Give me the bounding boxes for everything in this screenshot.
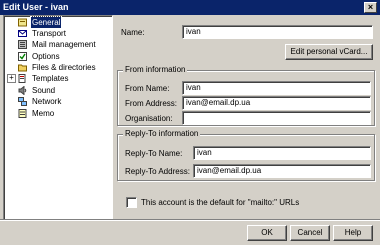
cancel-button[interactable]: Cancel [290, 225, 330, 241]
tree-item-label: Files & directories [32, 63, 96, 72]
from-address-label: From Address: [125, 99, 178, 108]
tree-item-label: Transport [32, 29, 66, 38]
mailto-default-checkbox[interactable] [126, 197, 137, 208]
mailto-default-label: This account is the default for "mailto:… [141, 198, 300, 207]
organisation-input[interactable] [182, 111, 371, 125]
window-title: Edit User - ivan [3, 2, 69, 12]
name-label-text: Name: [121, 28, 145, 37]
from-information-title: From information [123, 65, 188, 75]
reply-to-address-input[interactable]: ivan@email.dp.ua [193, 164, 371, 178]
title-bar: Edit User - ivan × [0, 0, 380, 15]
category-tree[interactable]: General Transport Mail management Option… [3, 15, 113, 221]
footer-divider [0, 219, 380, 221]
tree-item-label: General [29, 16, 63, 29]
name-label: Name: [121, 28, 145, 37]
templates-icon [18, 74, 26, 83]
transport-icon [18, 30, 27, 37]
reply-to-name-label: Reply-To Name: [125, 149, 183, 158]
tree-item-label: Sound [32, 86, 56, 95]
organisation-label: Organisation: [125, 114, 173, 123]
from-name-input[interactable]: ivan [182, 81, 371, 95]
from-name-label: From Name: [125, 84, 170, 93]
memo-icon [18, 109, 27, 118]
options-icon [18, 52, 27, 61]
name-input[interactable]: ivan [182, 25, 373, 39]
close-button[interactable]: × [364, 2, 377, 13]
edit-vcard-button[interactable]: Edit personal vCard... [285, 44, 373, 60]
tree-item-label: Memo [32, 109, 55, 118]
reply-to-information-title: Reply-To information [123, 129, 201, 139]
tree-item-label: Network [32, 97, 62, 106]
sound-icon [18, 86, 27, 95]
network-icon [18, 97, 27, 106]
mail-management-icon [18, 40, 27, 49]
edit-user-dialog: Edit User - ivan × General Transport Mai… [0, 0, 380, 245]
general-icon [18, 18, 27, 27]
reply-to-name-input[interactable]: ivan [193, 146, 371, 160]
files-icon [18, 64, 27, 72]
tree-item-label: Templates [32, 74, 69, 83]
tree-item-label: Options [32, 52, 60, 61]
ok-button[interactable]: OK [247, 225, 287, 241]
reply-to-address-label: Reply-To Address: [125, 167, 190, 176]
help-button[interactable]: Help [333, 225, 373, 241]
close-icon: × [367, 2, 374, 12]
tree-item-label: Mail management [32, 40, 96, 49]
from-address-input[interactable]: ivan@email.dp.ua [182, 96, 371, 110]
expand-icon[interactable]: + [7, 74, 16, 83]
